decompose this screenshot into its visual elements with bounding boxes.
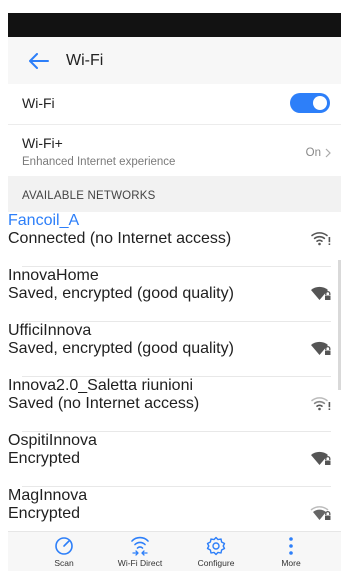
gear-icon — [206, 536, 226, 556]
network-name: InnovaHome — [8, 267, 99, 284]
network-name: UfficiInnova — [8, 322, 92, 339]
wifi-warning-icon — [311, 397, 331, 411]
wifi-plus-subtitle: Enhanced Internet experience — [22, 156, 176, 168]
wifi-lock-icon — [311, 286, 332, 301]
configure-label: Configure — [197, 558, 235, 568]
network-row[interactable]: MagInnova Encrypted — [8, 487, 341, 531]
network-row[interactable]: UfficiInnova Saved, encrypted (good qual… — [8, 322, 341, 377]
scan-icon — [55, 537, 73, 555]
wifi-label: Wi-Fi — [22, 95, 55, 111]
wifi-toggle-switch[interactable] — [290, 93, 330, 113]
section-title: AVAILABLE NETWORKS — [22, 190, 156, 202]
scan-button[interactable]: Scan — [32, 535, 96, 568]
network-row[interactable]: OspitiInnova Encrypted — [8, 432, 341, 487]
more-vertical-icon — [289, 537, 293, 555]
network-row[interactable]: Innova2.0_Saletta riunioni Saved (no Int… — [8, 377, 341, 432]
wifi-direct-label: Wi-Fi Direct — [117, 558, 163, 568]
bottom-action-bar: Scan Wi-Fi Direct Configure More — [8, 531, 341, 571]
network-name: MagInnova — [8, 487, 88, 504]
wifi-plus-row[interactable]: Wi-Fi+ Enhanced Internet experience On — [8, 125, 341, 175]
chevron-right-icon — [325, 148, 331, 158]
network-status: Encrypted — [8, 450, 81, 467]
more-label: More — [281, 558, 301, 568]
status-bar — [8, 13, 341, 37]
back-button[interactable] — [22, 46, 56, 76]
wifi-warning-icon — [311, 232, 331, 246]
toggle-knob — [313, 96, 327, 110]
network-name: Fancoil_A — [8, 212, 80, 229]
wifi-lock-icon — [311, 341, 332, 356]
configure-button[interactable]: Configure — [184, 535, 248, 568]
back-arrow-icon — [29, 52, 49, 69]
more-button[interactable]: More — [259, 535, 323, 568]
section-header: AVAILABLE NETWORKS — [8, 176, 341, 212]
network-status: Saved, encrypted (good quality) — [8, 340, 234, 357]
wifi-direct-button[interactable]: Wi-Fi Direct — [108, 535, 172, 568]
app-header: Wi-Fi — [8, 37, 341, 85]
network-status: Saved (no Internet access) — [8, 395, 200, 412]
wifi-plus-value: On — [306, 147, 331, 159]
scan-label: Scan — [54, 558, 74, 568]
network-row[interactable]: InnovaHome Saved, encrypted (good qualit… — [8, 267, 341, 322]
wifi-plus-status: On — [305, 147, 321, 159]
wifi-plus-label: Wi-Fi+ — [22, 135, 63, 151]
wifi-lock-icon — [311, 451, 332, 466]
wifi-direct-icon — [131, 536, 149, 556]
wifi-lock-icon — [310, 506, 332, 521]
network-row[interactable]: Fancoil_A Connected (no Internet access) — [8, 212, 341, 267]
network-status: Saved, encrypted (good quality) — [8, 285, 234, 302]
network-status: Encrypted — [8, 505, 81, 522]
page-title: Wi-Fi — [66, 51, 104, 69]
network-status: Connected (no Internet access) — [8, 230, 232, 247]
wifi-toggle-row[interactable]: Wi-Fi — [8, 84, 341, 125]
network-name: Innova2.0_Saletta riunioni — [8, 377, 194, 394]
network-name: OspitiInnova — [8, 432, 97, 449]
screen: Wi-Fi Wi-Fi Wi-Fi+ Enhanced Internet exp… — [0, 0, 341, 571]
